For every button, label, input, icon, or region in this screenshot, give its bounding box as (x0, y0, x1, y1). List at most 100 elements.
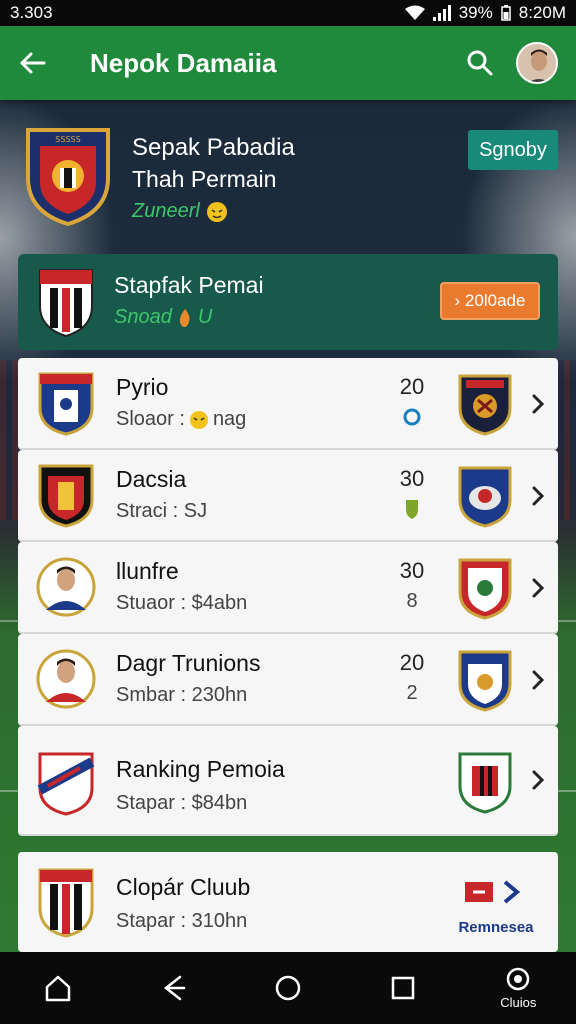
list-item[interactable]: Ranking Pemoia Stapar : $84bn (18, 726, 558, 836)
flame-icon (179, 308, 190, 327)
club-list: Pyrio Sloaor : nag 20 Dacsia Straci: SJ… (18, 358, 558, 836)
app-title: Nepok Damaiia (90, 47, 277, 78)
chevron-right-icon (532, 486, 545, 506)
club-crest-icon (38, 868, 94, 938)
opponent-crest-icon (458, 558, 512, 620)
list-item[interactable]: Pyrio Sloaor : nag 20 (18, 358, 558, 450)
club-score-secondary: 8 (406, 590, 418, 612)
club-score-secondary (394, 498, 430, 526)
user-photo-icon (518, 44, 556, 82)
status-time-left: 3.303 (10, 3, 53, 22)
list-item[interactable]: llunfre Stuaor : $4abn 30 8 (18, 542, 558, 634)
opponent-crest-icon (458, 466, 512, 528)
nav-recents[interactable] (373, 958, 433, 1018)
svg-text:SSSSS: SSSSS (55, 135, 80, 144)
club-meta: Stapar : $84bn (116, 792, 247, 815)
club-meta: Smbar : 230hn (116, 684, 247, 707)
brand-text: Remnesea (458, 919, 534, 936)
club-meta-value: nag (212, 408, 247, 430)
opponent-crest-icon (458, 752, 512, 814)
club-crest-icon (38, 464, 94, 528)
featured-name: Stapfak Pemai (114, 272, 264, 298)
club-meta-label: Sloaor : (116, 408, 185, 430)
club-score: 20 (399, 374, 425, 399)
sponsor-button[interactable]: Sgnoby (468, 130, 558, 170)
featured-status-num: U (197, 306, 213, 328)
bottom-nav-bar: Cluios (0, 952, 576, 1024)
home-icon (45, 975, 70, 1002)
nav-clubs-label: Cluios (500, 994, 537, 1010)
club-meta: Stuaor : $4abn (116, 592, 247, 615)
wifi-icon (404, 5, 425, 20)
team-status: Zuneerl (132, 200, 228, 223)
emoji-icon (206, 201, 227, 222)
club-meta: Straci : SJ (116, 500, 207, 523)
chevron-right-icon (532, 394, 545, 414)
status-time-right: 8:20M (518, 3, 566, 22)
avatar[interactable] (516, 42, 558, 84)
club-card-meta: Stapar : 310hn (116, 910, 248, 932)
nav-circle-home[interactable] (258, 958, 318, 1018)
club-meta-label: Stuaor : $4abn (116, 592, 248, 614)
featured-card[interactable]: Stapfak Pemai Snoad U › 20l0ade (18, 254, 558, 350)
club-score-secondary: 2 (406, 682, 418, 704)
featured-crest-icon (39, 269, 93, 338)
back-arrow-icon (20, 52, 46, 74)
team-subtitle: Thah Permain (132, 166, 277, 192)
emoji-icon (189, 410, 208, 429)
club-crest-icon (38, 372, 94, 436)
club-score: 30 (399, 466, 425, 491)
club-card-name: Clopár Cluub (116, 874, 251, 900)
club-meta-label: Stapar : $84bn (116, 792, 248, 814)
opponent-crest-icon (458, 374, 512, 436)
status-bar: 3.303 39% 8:20M (0, 0, 576, 26)
chevron-right-icon (532, 578, 545, 598)
club-meta: Sloaor : nag (116, 408, 246, 431)
number-badge-icon (403, 408, 421, 426)
battery-percent: 39% (458, 3, 493, 22)
club-name: Ranking Pemoia (116, 756, 285, 782)
play-flag-icon (465, 880, 521, 904)
square-recents-icon (391, 976, 415, 1000)
battery-icon (501, 5, 511, 21)
team-status-text: Zuneerl (132, 200, 200, 222)
nav-back[interactable] (143, 958, 203, 1018)
featured-status: Snoad U (114, 306, 212, 329)
club-meta-label: Straci : SJ (116, 500, 208, 522)
chevron-right-icon (532, 770, 545, 790)
list-item[interactable]: Dacsia Straci : SJ 30 (18, 450, 558, 542)
player-avatar-icon (36, 649, 96, 709)
brand-logo[interactable]: Remnesea (448, 878, 544, 938)
team-header: SSSSS Sepak Pabadia Thah Permain Zuneerl… (0, 118, 576, 238)
club-score-secondary (394, 406, 430, 434)
club-meta-label: Smbar : 230hn (116, 684, 248, 706)
back-icon (163, 975, 186, 1001)
app-bar: Nepok Damaiia (0, 26, 576, 100)
team-crest-icon: SSSSS (26, 128, 110, 226)
nav-clubs[interactable]: Cluios (488, 958, 548, 1018)
club-score: 30 (399, 558, 425, 583)
list-item[interactable]: Dagr Trunions Smbar : 230hn 20 2 (18, 634, 558, 726)
club-name: llunfre (116, 558, 179, 584)
opponent-crest-icon (458, 650, 512, 712)
player-avatar-icon (36, 557, 96, 617)
clubs-icon (507, 967, 530, 990)
status-indicators: 39% 8:20M (404, 3, 566, 23)
back-button[interactable] (18, 43, 58, 83)
chevron-right-icon (532, 670, 545, 690)
featured-action-button[interactable]: › 20l0ade (440, 282, 540, 320)
team-name: Sepak Pabadia (132, 134, 295, 161)
nav-home[interactable] (28, 958, 88, 1018)
club-crest-icon (37, 752, 95, 816)
club-name: Dagr Trunions (116, 650, 261, 676)
shield-badge-icon (406, 500, 418, 519)
club-name: Pyrio (116, 374, 169, 400)
search-button[interactable] (460, 43, 500, 83)
circle-home-icon (275, 975, 301, 1001)
club-score: 20 (399, 650, 425, 675)
signal-icon (432, 5, 451, 21)
search-icon (467, 50, 493, 76)
featured-status-text: Snoad (114, 306, 172, 328)
club-name: Dacsia (116, 466, 187, 492)
club-card[interactable]: Clopár Cluub Stapar : 310hn Remnesea (18, 852, 558, 952)
